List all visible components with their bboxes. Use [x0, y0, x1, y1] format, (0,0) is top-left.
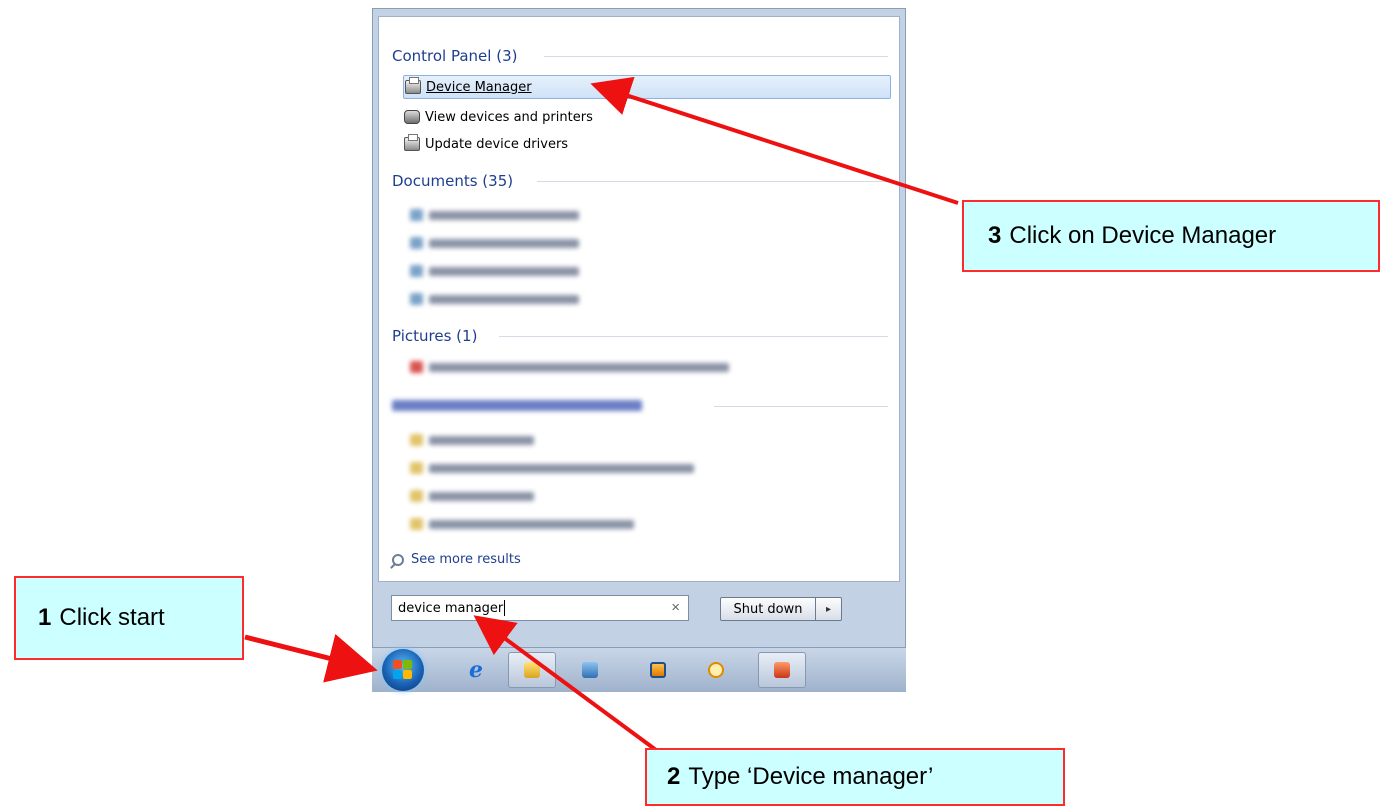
callout-step-1: 1 Click start — [14, 576, 244, 660]
arrow-to-search-box — [473, 615, 658, 752]
callout-text: Click on Device Manager — [1009, 222, 1277, 249]
arrow-to-device-manager — [590, 76, 959, 205]
callout-step-number: 1 — [38, 604, 52, 631]
callout-step-number: 2 — [667, 763, 681, 790]
callout-step-number: 3 — [988, 222, 1002, 249]
callout-text: Type ‘Device manager’ — [688, 763, 934, 790]
callout-text: Click start — [59, 604, 165, 631]
callout-step-2: 2 Type ‘Device manager’ — [645, 748, 1065, 806]
callout-step-3: 3 Click on Device Manager — [962, 200, 1380, 272]
annotation-arrows — [244, 76, 959, 752]
arrow-to-start-button — [244, 633, 378, 683]
